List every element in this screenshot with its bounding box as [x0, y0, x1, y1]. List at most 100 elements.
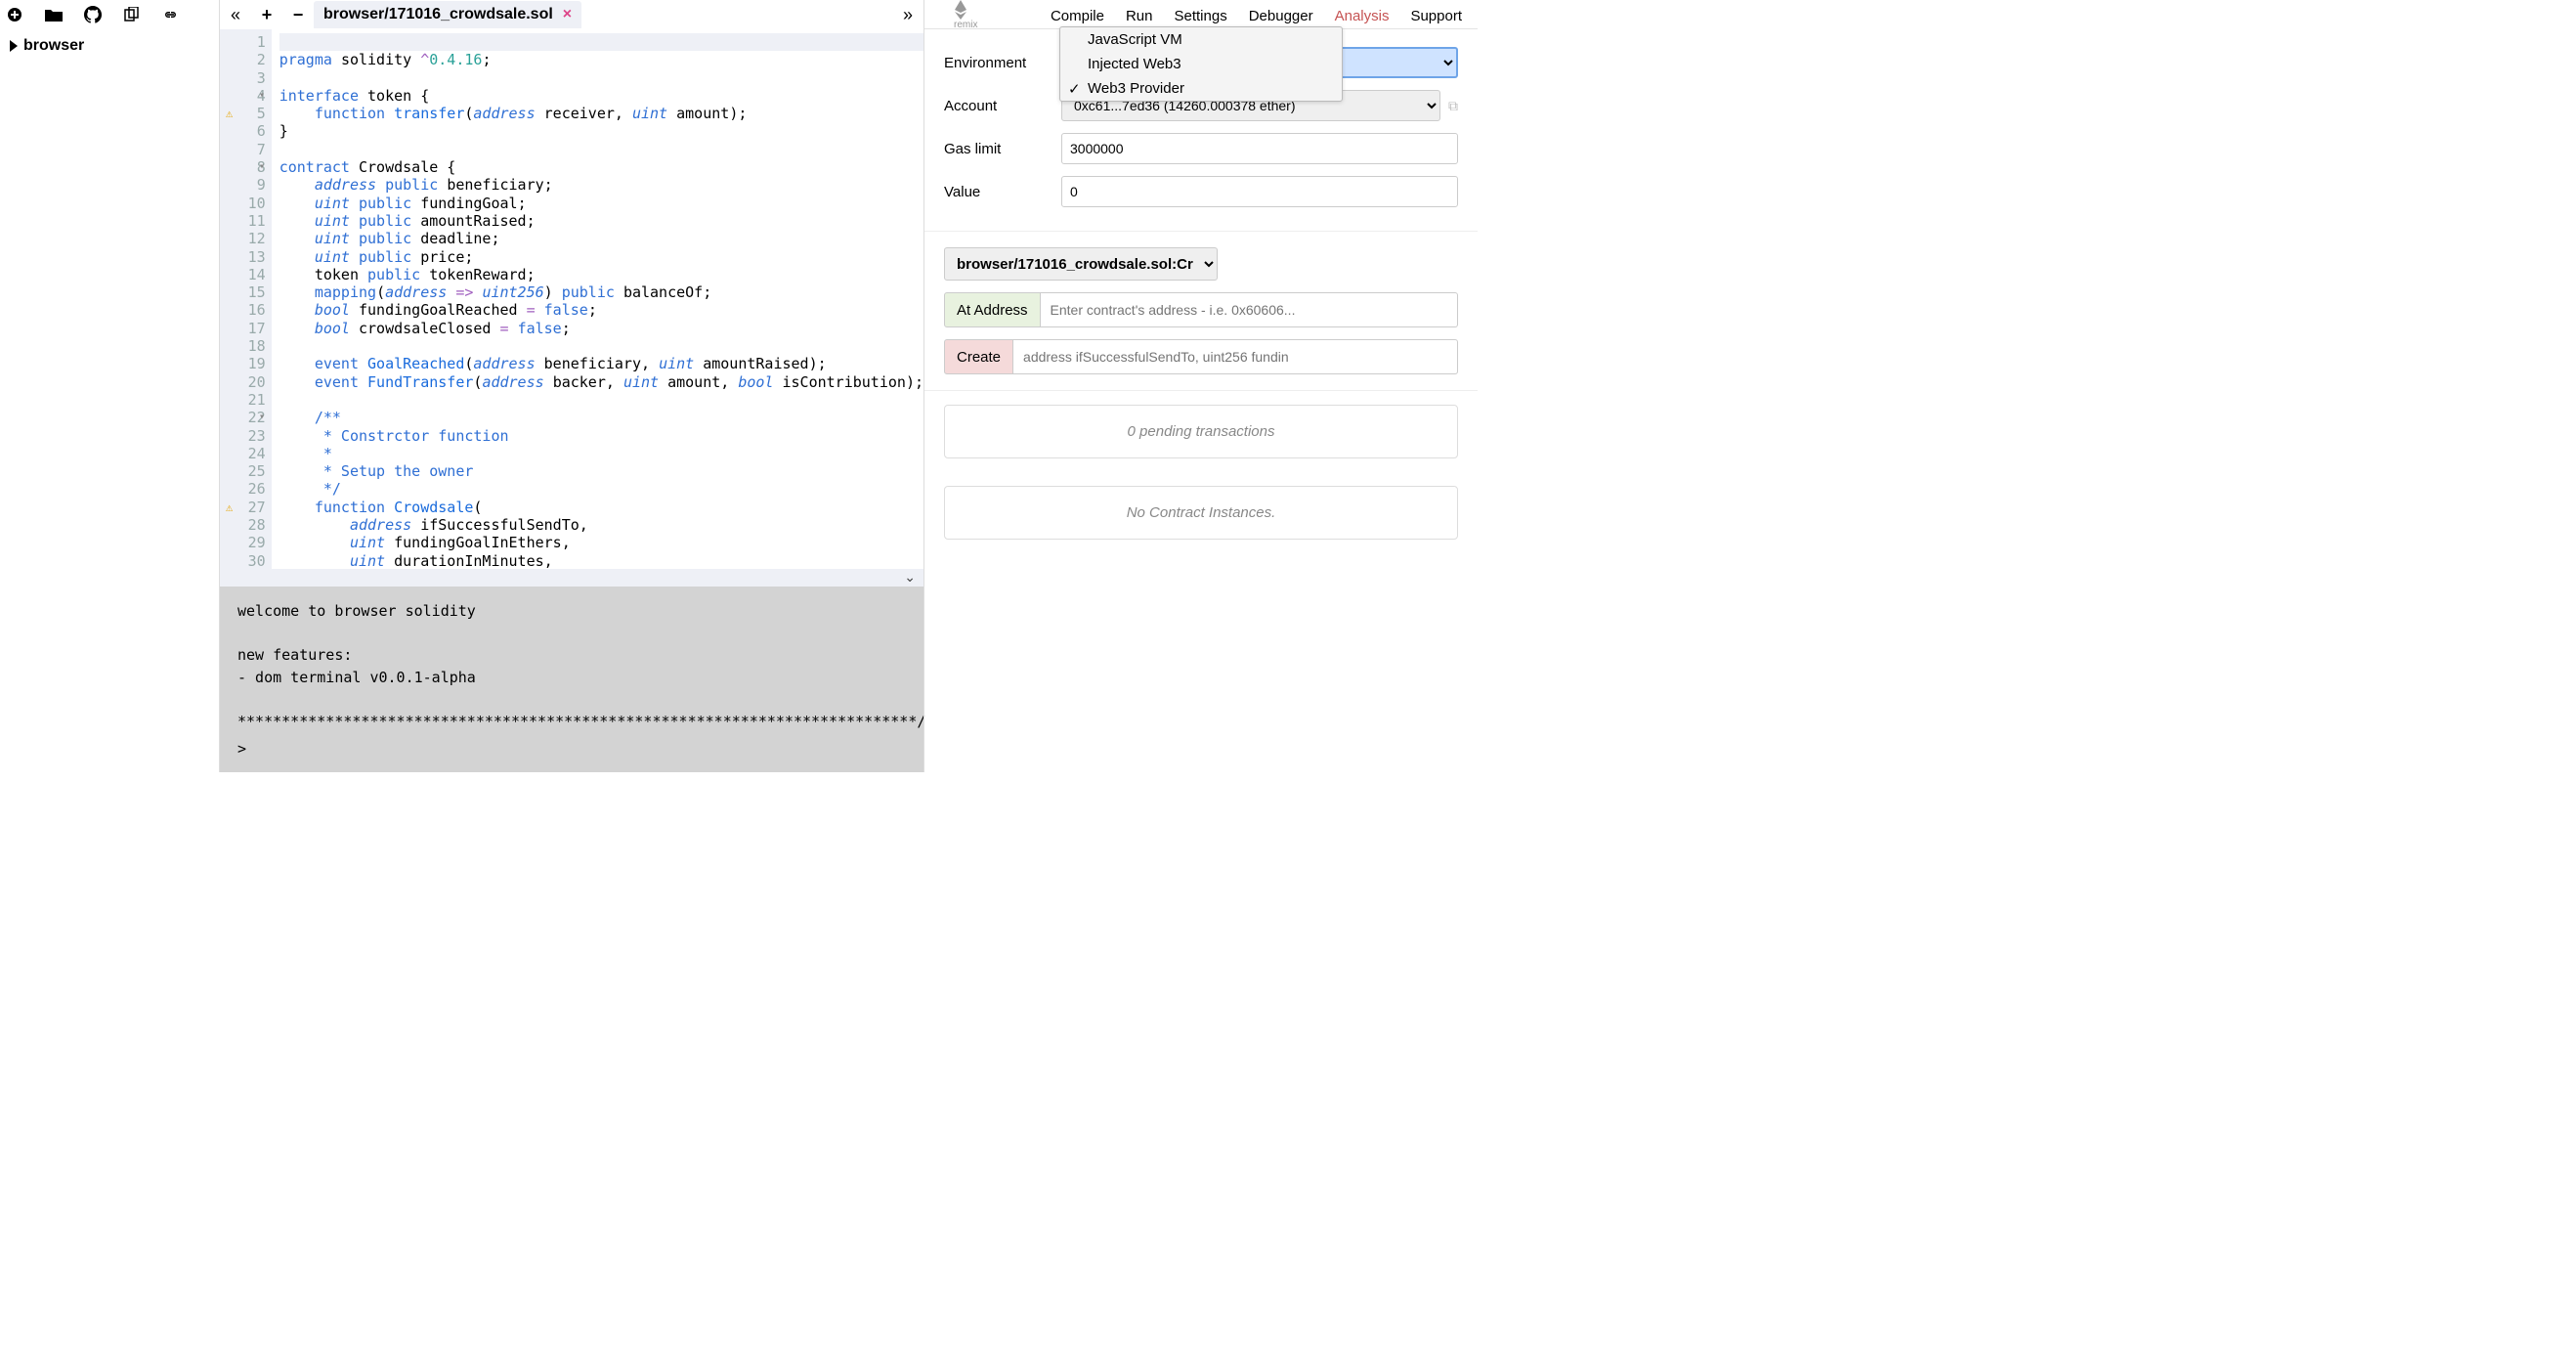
tab-title: browser/171016_crowdsale.sol	[323, 6, 553, 23]
code-editor[interactable]: 1234567891011121314151617181920212223242…	[220, 29, 923, 569]
tabs-next-icon[interactable]: »	[892, 5, 923, 25]
file-tree[interactable]: browser	[0, 29, 219, 55]
editor-tab[interactable]: browser/171016_crowdsale.sol ×	[314, 1, 581, 28]
copy-icon[interactable]	[123, 6, 141, 23]
code-line[interactable]: event GoalReached(address beneficiary, u…	[279, 355, 923, 372]
line-number: 9	[220, 176, 266, 194]
copy-address-icon[interactable]: ⧉	[1448, 98, 1458, 114]
code-line[interactable]: pragma solidity ^0.4.16;	[279, 51, 923, 68]
account-label: Account	[944, 98, 1061, 114]
code-line[interactable]: /**	[279, 409, 923, 426]
code-line[interactable]: bool crowdsaleClosed = false;	[279, 320, 923, 337]
code-line[interactable]: bool fundingGoalReached = false;	[279, 301, 923, 319]
github-icon[interactable]	[84, 6, 102, 23]
terminal[interactable]: welcome to browser solidity new features…	[220, 587, 923, 772]
code-line[interactable]: uint public fundingGoal;	[279, 195, 923, 212]
code-line[interactable]: uint public price;	[279, 248, 923, 266]
contract-select[interactable]: browser/171016_crowdsale.sol:Crowd	[944, 247, 1218, 281]
close-tab-icon[interactable]: ×	[563, 6, 572, 23]
terminal-line: - dom terminal v0.0.1-alpha	[237, 667, 906, 689]
tab-support[interactable]: Support	[1404, 4, 1468, 28]
gutter: 1234567891011121314151617181920212223242…	[220, 29, 272, 569]
line-number: 11	[220, 212, 266, 230]
line-number: 29	[220, 534, 266, 551]
line-number: 14	[220, 266, 266, 283]
line-number: 23	[220, 427, 266, 445]
line-number: 22	[220, 409, 266, 426]
create-input[interactable]	[1013, 339, 1458, 374]
new-file-icon[interactable]	[6, 6, 23, 23]
create-button[interactable]: Create	[944, 339, 1013, 374]
env-option-web3[interactable]: Web3 Provider	[1060, 76, 1342, 101]
line-number: 28	[220, 516, 266, 534]
line-number: 15	[220, 283, 266, 301]
code-line[interactable]: uint durationInMinutes,	[279, 552, 923, 569]
value-label: Value	[944, 184, 1061, 200]
line-number: 17	[220, 320, 266, 337]
remix-logo: remix	[954, 0, 973, 30]
line-number: 13	[220, 248, 266, 266]
zoom-in-icon[interactable]: +	[251, 5, 282, 25]
line-number: 12	[220, 230, 266, 247]
env-option-injected[interactable]: Injected Web3	[1060, 52, 1342, 76]
at-address-button[interactable]: At Address	[944, 292, 1041, 327]
panel-resize-handle[interactable]: ⌄	[220, 569, 923, 587]
code-line[interactable]	[279, 141, 923, 158]
line-number: 19	[220, 355, 266, 372]
code-line[interactable]: uint public amountRaised;	[279, 212, 923, 230]
env-option-jsvm[interactable]: JavaScript VM	[1060, 27, 1342, 52]
code-line[interactable]: address ifSuccessfulSendTo,	[279, 516, 923, 534]
line-number: 1	[220, 33, 266, 51]
code-line[interactable]: address public beneficiary;	[279, 176, 923, 194]
tab-settings[interactable]: Settings	[1169, 4, 1233, 28]
code-line[interactable]: interface token {	[279, 87, 923, 105]
line-number: 16	[220, 301, 266, 319]
terminal-line: new features:	[237, 644, 906, 667]
code-line[interactable]: contract Crowdsale {	[279, 158, 923, 176]
at-address-input[interactable]	[1041, 292, 1458, 327]
code-line[interactable]: uint public deadline;	[279, 230, 923, 247]
gas-label: Gas limit	[944, 141, 1061, 157]
tab-compile[interactable]: Compile	[1045, 4, 1110, 28]
link-icon[interactable]	[162, 6, 180, 23]
terminal-prompt[interactable]: >	[237, 738, 906, 760]
line-number: 7	[220, 141, 266, 158]
line-number: 21	[220, 391, 266, 409]
code-line[interactable]: mapping(address => uint256) public balan…	[279, 283, 923, 301]
code-line[interactable]: event FundTransfer(address backer, uint …	[279, 373, 923, 391]
code-line[interactable]: * Constrctor function	[279, 427, 923, 445]
line-number: 2	[220, 51, 266, 68]
line-number: 25	[220, 462, 266, 480]
line-number: 3	[220, 69, 266, 87]
line-number: 26	[220, 480, 266, 498]
code-line[interactable]	[279, 337, 923, 355]
code-line[interactable]	[279, 391, 923, 409]
zoom-out-icon[interactable]: −	[282, 5, 314, 25]
value-input[interactable]	[1061, 176, 1458, 207]
tabs-prev-icon[interactable]: «	[220, 5, 251, 25]
code-line[interactable]: */	[279, 480, 923, 498]
code-line[interactable]: *	[279, 445, 923, 462]
code-line[interactable]: function Crowdsale(	[279, 499, 923, 516]
deploy-section: browser/171016_crowdsale.sol:Crowd At Ad…	[924, 232, 1478, 391]
code-line[interactable]	[279, 33, 923, 51]
tab-analysis[interactable]: Analysis	[1329, 4, 1395, 28]
environment-dropdown[interactable]: JavaScript VM Injected Web3 Web3 Provide…	[1059, 26, 1343, 102]
open-folder-icon[interactable]	[45, 6, 63, 23]
pending-tx-box: 0 pending transactions	[944, 405, 1458, 458]
code-line[interactable]: }	[279, 122, 923, 140]
left-toolbar	[0, 0, 219, 29]
gas-input[interactable]	[1061, 133, 1458, 164]
code-line[interactable]: * Setup the owner	[279, 462, 923, 480]
code-line[interactable]: function transfer(address receiver, uint…	[279, 105, 923, 122]
tab-run[interactable]: Run	[1120, 4, 1159, 28]
code-line[interactable]	[279, 69, 923, 87]
line-number: 18	[220, 337, 266, 355]
code-area[interactable]: pragma solidity ^0.4.16; interface token…	[272, 29, 923, 569]
code-line[interactable]: uint fundingGoalInEthers,	[279, 534, 923, 551]
line-number: 6	[220, 122, 266, 140]
code-line[interactable]: token public tokenReward;	[279, 266, 923, 283]
tab-debugger[interactable]: Debugger	[1243, 4, 1319, 28]
env-label: Environment	[944, 55, 1061, 71]
line-number: 27	[220, 499, 266, 516]
